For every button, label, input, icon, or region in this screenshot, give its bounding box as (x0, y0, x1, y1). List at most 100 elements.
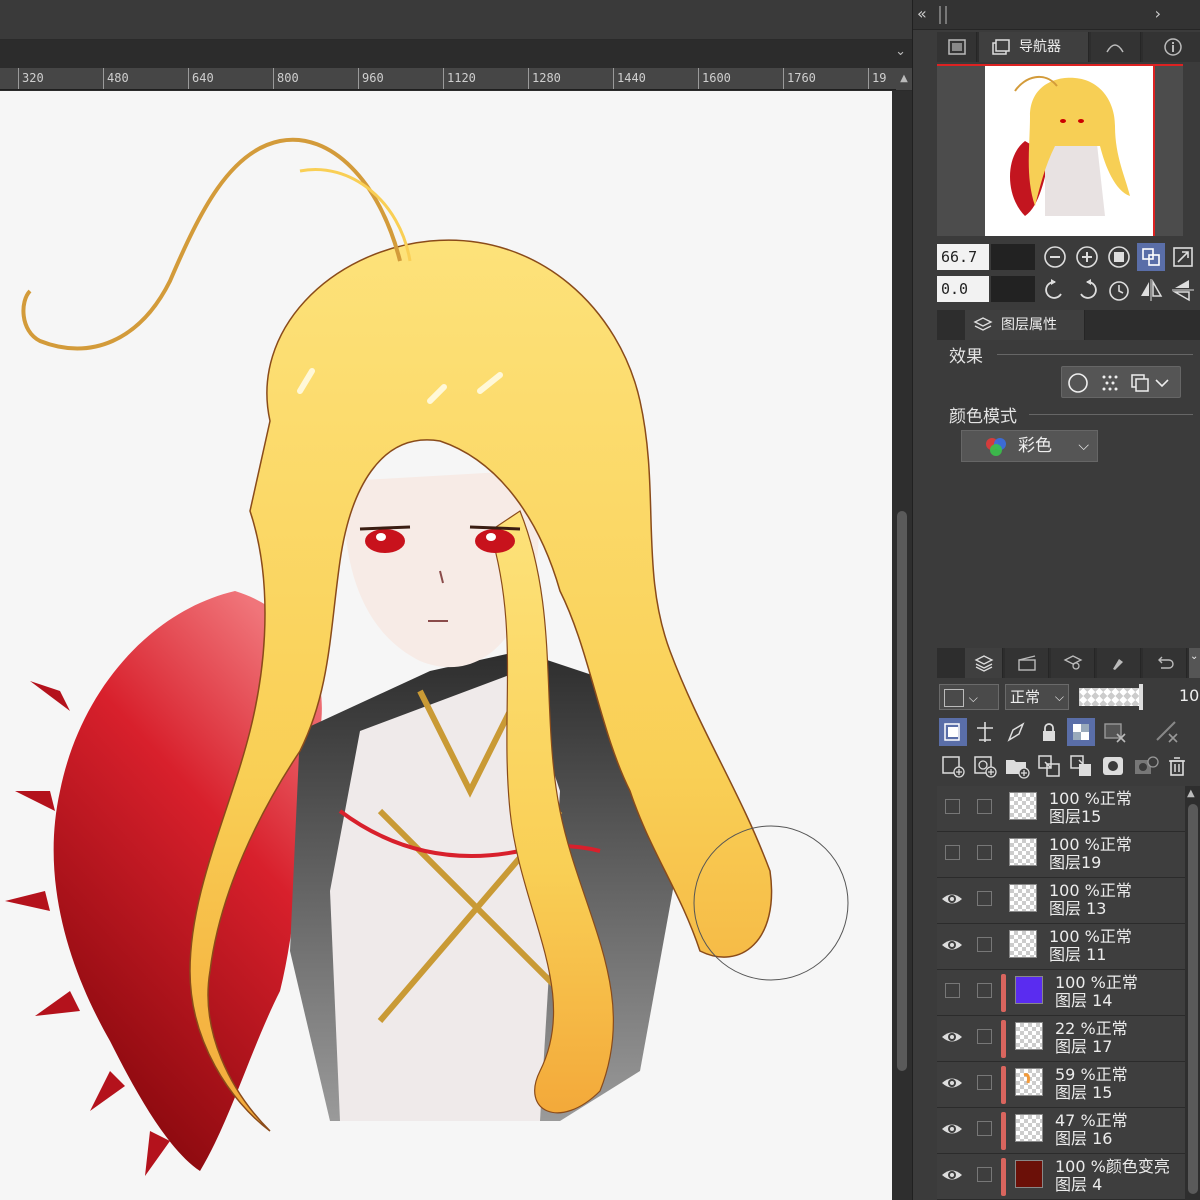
new-folder-icon[interactable] (1003, 752, 1031, 780)
layer-color-dropdown[interactable]: ⌵ (939, 684, 999, 710)
layer-lock-checkbox[interactable] (977, 1167, 992, 1182)
tab-animation[interactable] (1005, 648, 1049, 678)
layer-row[interactable]: 100 %正常 图层 13 (937, 878, 1185, 924)
draft-layer-icon[interactable] (1003, 718, 1031, 746)
tab-layers[interactable] (965, 648, 1003, 678)
layer-lock-checkbox[interactable] (977, 891, 992, 906)
tab-layer-search[interactable] (1051, 648, 1095, 678)
layer-blend-row: ⌵ 正常 ⌵ 100 (937, 680, 1200, 714)
visibility-toggle[interactable] (941, 1118, 963, 1140)
new-vector-layer-icon[interactable] (971, 752, 999, 780)
opacity-slider-handle[interactable] (1139, 684, 1143, 710)
tab-info[interactable] (1143, 32, 1200, 62)
layer-name: 图层15 (1049, 807, 1102, 826)
lock-icon[interactable] (1035, 718, 1063, 746)
ruler-enable-icon[interactable] (1153, 718, 1181, 746)
tab-layer-preview[interactable] (937, 32, 977, 62)
rotation-value-field[interactable]: 0.0 (937, 276, 989, 302)
drag-handle-icon[interactable] (939, 6, 947, 24)
layer-row[interactable]: 100 %正常 图层19 (937, 832, 1185, 878)
layer-property-icon (973, 317, 993, 331)
visibility-toggle[interactable] (941, 934, 963, 956)
transfer-to-lower-layer-icon[interactable] (1035, 752, 1063, 780)
create-layer-mask-icon[interactable] (1099, 752, 1127, 780)
history-icon (1158, 656, 1174, 669)
canvas-vertical-scrollbar[interactable] (892, 91, 912, 1200)
lock-transparency-icon[interactable] (1067, 718, 1095, 746)
fit-window-icon[interactable] (1169, 243, 1197, 271)
tab-history[interactable] (1143, 648, 1187, 678)
tab-navigator[interactable]: 导航器 (979, 32, 1089, 62)
checkbox-icon (945, 983, 960, 998)
layer-row[interactable]: 100 %正常 图层 11 (937, 924, 1185, 970)
layer-row[interactable]: 100 %颜色变亮 图层 4 (937, 1154, 1185, 1200)
scrollbar-thumb[interactable] (1188, 804, 1198, 1194)
zoom-value-field[interactable]: 66.7 (937, 244, 989, 270)
tab-sub-view[interactable] (1091, 32, 1141, 62)
zoom-in-icon[interactable] (1073, 243, 1101, 271)
trash-icon[interactable] (1163, 752, 1191, 780)
layer-thumbnail (1015, 1160, 1043, 1188)
tab-overflow[interactable]: ⌄ (1189, 648, 1200, 678)
new-raster-layer-icon[interactable] (939, 752, 967, 780)
tab-navigator-label: 导航器 (1019, 39, 1061, 55)
navigator-preview[interactable] (937, 64, 1183, 236)
visibility-toggle[interactable] (941, 1072, 963, 1094)
layer-row[interactable]: 100 %正常 图层15 (937, 786, 1185, 832)
collapse-dock-icon[interactable]: « (917, 4, 927, 23)
layer-lock-checkbox[interactable] (977, 983, 992, 998)
layer-lock-checkbox[interactable] (977, 1121, 992, 1136)
visibility-toggle[interactable] (941, 1026, 963, 1048)
blend-mode-dropdown[interactable]: 正常 ⌵ (1005, 684, 1069, 710)
rotation-slider[interactable] (991, 276, 1035, 302)
layer-row[interactable]: 59 %正常 图层 15 (937, 1062, 1185, 1108)
ruler-tick: 19 (868, 68, 886, 89)
visibility-toggle[interactable] (941, 1164, 963, 1186)
zoom-slider[interactable] (991, 244, 1035, 270)
flip-horizontal-icon[interactable] (1137, 276, 1165, 304)
layer-lock-checkbox[interactable] (977, 1029, 992, 1044)
reference-layer-icon[interactable] (971, 718, 999, 746)
layer-lock-checkbox[interactable] (977, 799, 992, 814)
eye-icon (942, 894, 962, 904)
layer-row[interactable]: 47 %正常 图层 16 (937, 1108, 1185, 1154)
chevron-down-icon[interactable]: ⌄ (895, 44, 906, 59)
visibility-toggle[interactable] (941, 842, 963, 864)
tab-material[interactable] (1097, 648, 1141, 678)
tab-layer-property[interactable]: 图层属性 (965, 310, 1085, 340)
layer-row[interactable]: 22 %正常 图层 17 (937, 1016, 1185, 1062)
zoom-out-icon[interactable] (1041, 243, 1069, 271)
apply-mask-icon[interactable] (1131, 752, 1159, 780)
mask-enable-icon[interactable] (1101, 718, 1129, 746)
scroll-up-icon[interactable]: ▲ (1187, 788, 1195, 799)
layer-lock-checkbox[interactable] (977, 845, 992, 860)
layer-list-scrollbar[interactable]: ▲ (1185, 786, 1200, 1200)
flip-vertical-icon[interactable] (1169, 276, 1197, 304)
reset-rotation-icon[interactable] (1105, 276, 1133, 304)
top-toolbar (0, 0, 912, 40)
drawing-canvas[interactable] (0, 91, 892, 1200)
effects-selector[interactable] (1061, 366, 1181, 398)
visibility-toggle[interactable] (941, 980, 963, 1002)
opacity-value[interactable]: 100 (1179, 686, 1200, 705)
combine-to-lower-layer-icon[interactable] (1067, 752, 1095, 780)
layer-lock-checkbox[interactable] (977, 1075, 992, 1090)
scrollbar-thumb[interactable] (897, 511, 907, 1071)
rotate-left-icon[interactable] (1041, 276, 1069, 304)
opacity-slider[interactable] (1079, 688, 1141, 706)
fit-icon[interactable] (1105, 243, 1133, 271)
actual-size-icon[interactable] (1137, 243, 1165, 271)
visibility-toggle[interactable] (941, 888, 963, 910)
color-mode-select[interactable]: 彩色 ⌵ (961, 430, 1098, 462)
rotate-right-icon[interactable] (1073, 276, 1101, 304)
clipping-indicator (1001, 974, 1006, 1012)
chevron-right-icon[interactable]: › (1155, 4, 1161, 23)
horizontal-ruler: 320 480 640 800 960 1120 1280 1440 1600 … (0, 68, 896, 90)
layer-name: 图层 14 (1055, 991, 1113, 1010)
layer-row[interactable]: 100 %正常 图层 14 (937, 970, 1185, 1016)
eye-icon (942, 1032, 962, 1042)
layer-lock-checkbox[interactable] (977, 937, 992, 952)
clip-to-layer-below-icon[interactable] (939, 718, 967, 746)
visibility-toggle[interactable] (941, 796, 963, 818)
scroll-up-icon[interactable]: ▲ (896, 68, 912, 90)
